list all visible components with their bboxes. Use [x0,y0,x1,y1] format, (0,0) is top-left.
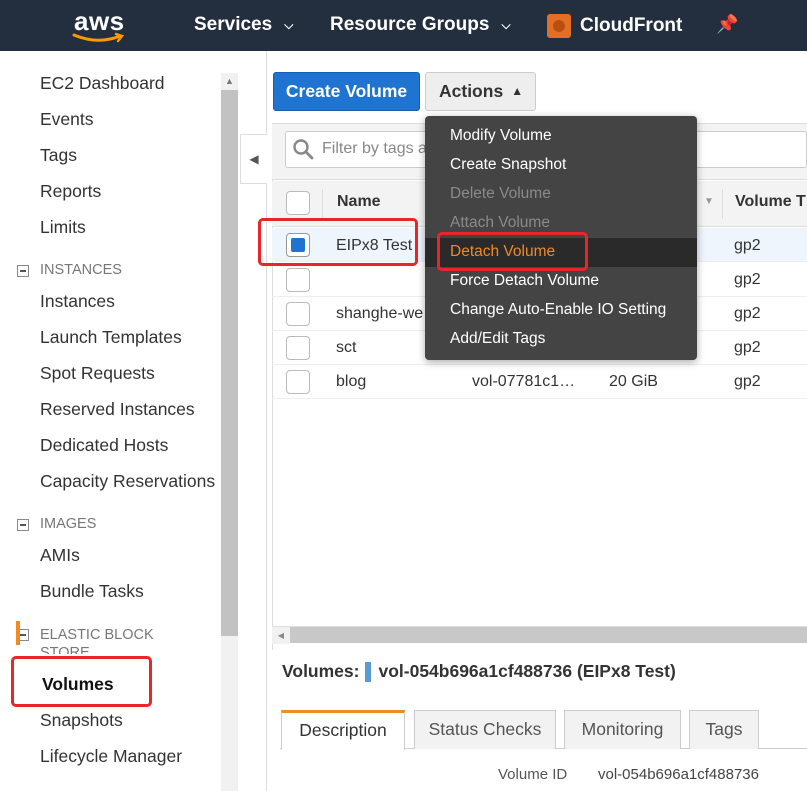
row-checkbox[interactable] [286,336,310,360]
row-name: shanghe-we [336,305,424,322]
chevron-up-icon: ▲ [511,84,524,98]
collapse-sidebar-button[interactable]: ◀ [240,134,267,184]
top-nav-bar: aws Services ⌵ Resource Groups ⌵ CloudFr… [0,0,807,51]
row-type: gp2 [734,305,761,322]
sidebar-item-amis[interactable]: AMIs [40,545,80,566]
cloudfront-shortcut[interactable]: CloudFront [547,14,682,38]
sidebar-item-events[interactable]: Events [40,109,94,130]
section-label: INSTANCES [40,262,122,278]
sidebar-item-snapshots[interactable]: Snapshots [40,710,123,731]
sidebar-item-tags[interactable]: Tags [40,145,77,166]
search-icon [293,139,314,160]
chevron-down-icon: ⌵ [501,17,511,32]
menu-item-modify-volume[interactable]: Modify Volume [450,127,552,145]
section-label: ELASTIC BLOCK STORE [40,626,154,654]
tab-status-checks[interactable]: Status Checks [414,710,556,749]
menu-item-create-snapshot[interactable]: Create Snapshot [450,156,566,174]
sidebar-item-capacity-reservations[interactable]: Capacity Reservations [40,471,215,492]
sidebar-item-limits[interactable]: Limits [40,217,86,238]
section-label: IMAGES [40,516,97,532]
volume-id-label: Volume ID [498,766,568,783]
table-horizontal-scrollbar[interactable]: ◀ [272,626,807,644]
sidebar-section-instances[interactable]: INSTANCES [17,262,122,278]
menu-item-force-detach-volume[interactable]: Force Detach Volume [450,272,599,290]
row-checkbox[interactable] [286,268,310,292]
menu-item-attach-volume: Attach Volume [450,214,550,231]
column-separator [322,189,323,219]
collapse-icon[interactable] [17,519,29,531]
collapse-icon[interactable] [17,265,29,277]
tab-monitoring[interactable]: Monitoring [564,710,681,749]
sidebar-section-images[interactable]: IMAGES [17,516,96,532]
cloudfront-label: CloudFront [580,15,683,36]
row-checkbox[interactable] [286,370,310,394]
services-menu[interactable]: Services ⌵ [194,14,293,36]
row-type: gp2 [734,271,761,288]
sidebar-item-instances[interactable]: Instances [40,291,115,312]
create-volume-button[interactable]: Create Volume [273,72,420,111]
actions-button[interactable]: Actions ▲ [425,72,536,111]
aws-logo[interactable]: aws [72,6,128,44]
sidebar-item-bundle-tasks[interactable]: Bundle Tasks [40,581,144,602]
column-separator [722,189,723,219]
active-indicator [16,621,20,645]
sidebar-item-launch-templates[interactable]: Launch Templates [40,327,182,348]
section-label-line-1: ELASTIC BLOCK [40,627,154,643]
sidebar-item-dedicated-hosts[interactable]: Dedicated Hosts [40,435,168,456]
sidebar-item-ec2-dashboard[interactable]: EC2 Dashboard [40,73,165,94]
services-label: Services [194,14,273,35]
annotation-box-detach-volume [437,232,588,271]
resource-groups-label: Resource Groups [330,14,490,35]
row-type: gp2 [734,237,761,254]
pin-icon[interactable]: 📌 [716,14,738,35]
sidebar-section-ebs[interactable]: ELASTIC BLOCK STORE [17,626,154,654]
select-all-checkbox[interactable] [286,191,310,215]
row-size: 20 GiB [609,373,658,390]
row-type: gp2 [734,373,761,390]
detail-prefix: Volumes: [282,661,360,681]
volume-color-marker [365,661,372,682]
row-type: gp2 [734,339,761,356]
sidebar-item-reports[interactable]: Reports [40,181,101,202]
scroll-up-icon[interactable]: ▲ [221,73,238,90]
scroll-left-icon[interactable]: ◀ [272,627,290,644]
sidebar-item-spot-requests[interactable]: Spot Requests [40,363,155,384]
annotation-box-volumes [11,656,152,707]
menu-item-change-auto-enable-io[interactable]: Change Auto-Enable IO Setting [450,301,666,319]
actions-label: Actions [439,81,504,101]
tab-description[interactable]: Description [281,710,405,750]
resource-groups-menu[interactable]: Resource Groups ⌵ [330,14,511,36]
sidebar-item-reserved-instances[interactable]: Reserved Instances [40,399,195,420]
menu-item-add-edit-tags[interactable]: Add/Edit Tags [450,330,545,348]
row-volume-id: vol-07781c1… [472,373,576,390]
sidebar-item-lifecycle-manager[interactable]: Lifecycle Manager [40,746,182,767]
aws-smile-icon [72,32,125,43]
sort-icon[interactable]: ▼ [704,196,714,207]
detail-title: Volumes: vol-054b696a1cf488736 (EIPx8 Te… [282,661,676,682]
sidebar-scrollbar-thumb[interactable] [221,90,238,636]
section-label-line-2: STORE [40,645,90,654]
column-header-name[interactable]: Name [337,193,381,211]
row-checkbox[interactable] [286,302,310,326]
row-name: sct [336,339,357,356]
row-name: blog [336,373,367,390]
volume-id-value: vol-054b696a1cf488736 [598,766,759,783]
filter-placeholder: Filter by tags a [322,140,427,157]
detail-volume-title: vol-054b696a1cf488736 (EIPx8 Test) [378,661,676,681]
tab-tags[interactable]: Tags [689,710,759,749]
menu-item-delete-volume: Delete Volume [450,185,551,202]
chevron-down-icon: ⌵ [284,17,294,32]
cloudfront-icon [547,14,571,38]
column-header-volume-type[interactable]: Volume T [735,193,806,211]
annotation-box-selected-row [258,218,418,266]
